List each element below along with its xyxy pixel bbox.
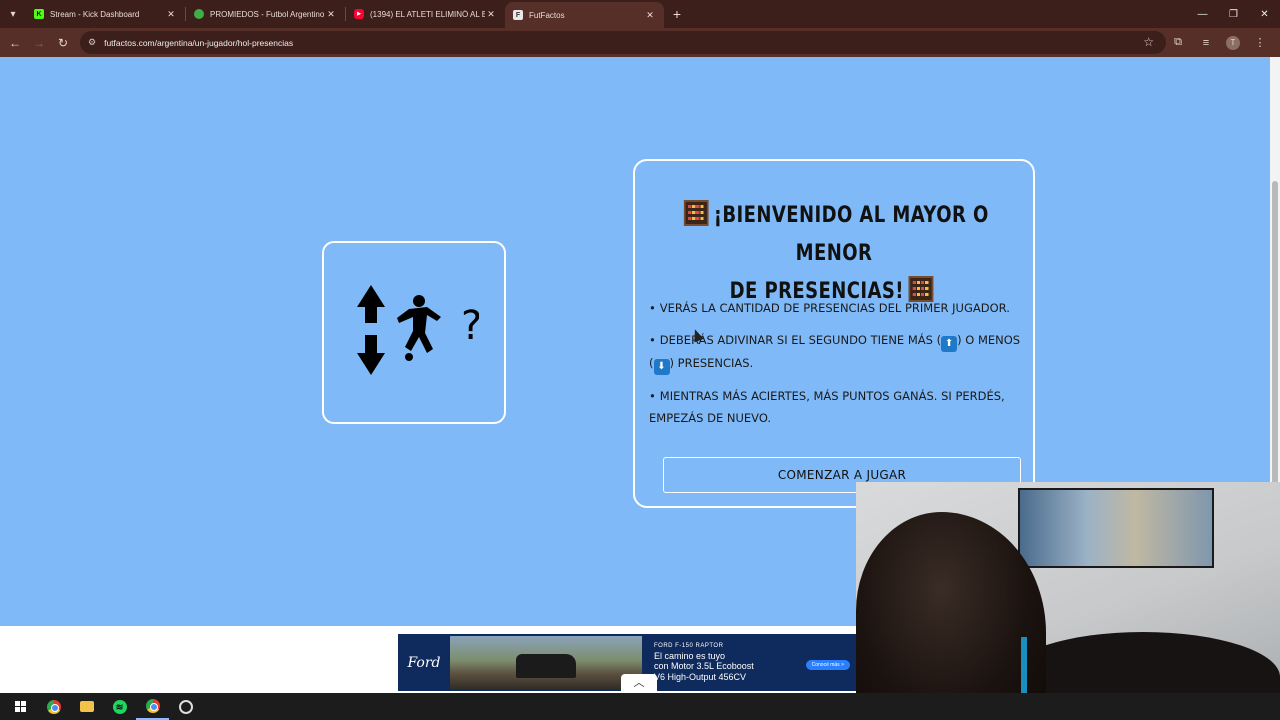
down-arrow-icon: [357, 334, 385, 375]
tab-label: PROMIEDOS - Futbol Argentino: [210, 9, 325, 19]
new-tab-button[interactable]: +: [664, 6, 690, 22]
browser-toolbar: ← → ↻ ⚙ futfactos.com/argentina/un-jugad…: [0, 28, 1280, 57]
rule-item: • MIENTRAS MÁS ACIERTES, MÁS PUNTOS GANÁS…: [649, 389, 1005, 425]
windows-taskbar: ≋: [0, 693, 1280, 720]
ad-cta-button[interactable]: Conocé más >: [805, 660, 850, 670]
question-mark: ?: [461, 303, 479, 349]
ad-line: V6 High-Output 456CV: [654, 671, 747, 682]
taskbar-spotify[interactable]: ≋: [103, 693, 136, 720]
media-controls-icon[interactable]: ≡: [1192, 37, 1220, 49]
close-icon[interactable]: ✕: [165, 9, 177, 20]
obs-icon: [178, 699, 193, 714]
taskbar-chrome[interactable]: [37, 693, 70, 720]
folder-icon: [79, 701, 94, 712]
higher-lower-player-logo: ?: [357, 284, 479, 375]
forward-icon[interactable]: →: [27, 36, 51, 50]
close-icon[interactable]: ✕: [644, 10, 656, 21]
webcam-overlay: [856, 482, 1280, 720]
tab-futfactos[interactable]: F FutFactos ✕: [505, 2, 664, 28]
address-bar[interactable]: ⚙ futfactos.com/argentina/un-jugador/hol…: [80, 31, 1166, 54]
window-controls: — ❐ ✕: [1187, 0, 1280, 28]
up-arrow-emoji-icon: ⬆: [941, 336, 958, 352]
close-icon[interactable]: ✕: [485, 9, 497, 20]
restore-icon[interactable]: ❐: [1218, 9, 1249, 20]
start-button[interactable]: [4, 693, 37, 720]
welcome-title: ¡BIENVENIDO AL MAYOR O MENOR DE PRESENCI…: [671, 197, 997, 311]
ad-collapse-button[interactable]: ︿: [621, 674, 657, 691]
reload-icon[interactable]: ↻: [51, 36, 75, 50]
windows-icon: [15, 701, 26, 712]
rules-list: • VERÁS LA CANTIDAD DE PRESENCIAS DEL PRI…: [649, 297, 1021, 439]
toolbar-actions: ⧉ ≡ T ⋮: [1164, 28, 1274, 57]
ad-kicker: FORD F-150 RAPTOR: [654, 642, 724, 649]
tab-label: Stream - Kick Dashboard: [50, 9, 140, 19]
rule-item: • VERÁS LA CANTIDAD DE PRESENCIAS DEL PRI…: [649, 301, 1010, 315]
tab-strip: ▾ K Stream - Kick Dashboard ✕ PROMIEDOS …: [0, 0, 1280, 28]
tab-promiedos[interactable]: PROMIEDOS - Futbol Argentino ✕: [186, 0, 345, 28]
globe-icon: [194, 9, 204, 19]
tab-label: (1394) EL ATLETI ELIMINÓ AL BA: [370, 9, 485, 19]
taskbar-obs[interactable]: [169, 693, 202, 720]
taskbar-explorer[interactable]: [70, 693, 103, 720]
taskbar-chrome-active[interactable]: [136, 693, 169, 720]
menu-kebab-icon[interactable]: ⋮: [1246, 36, 1274, 49]
rule-item: • DEBERÁS ADIVINAR SI EL SEGUNDO TIENE MÁ…: [649, 329, 1021, 375]
minimize-icon[interactable]: —: [1187, 9, 1218, 20]
close-icon[interactable]: ✕: [325, 9, 337, 20]
ad-line: con Motor 3.5L Ecoboost: [654, 661, 754, 672]
title-line-1: ¡BIENVENIDO AL MAYOR O MENOR: [713, 203, 989, 266]
url-text: futfactos.com/argentina/un-jugador/hol-p…: [104, 37, 294, 48]
profile-avatar[interactable]: T: [1226, 35, 1240, 50]
tab-label: FutFactos: [529, 10, 565, 20]
spotify-icon: ≋: [112, 699, 127, 714]
back-icon[interactable]: ←: [3, 36, 27, 50]
ad-copy: FORD F-150 RAPTOR El camino es tuyo con …: [654, 643, 754, 683]
up-arrow-icon: [357, 284, 385, 323]
tab-search-button[interactable]: ▾: [0, 0, 26, 28]
ad-truck-photo: [450, 635, 642, 690]
close-window-icon[interactable]: ✕: [1249, 9, 1280, 20]
chrome-icon: [145, 698, 160, 713]
ford-logo: Ford: [407, 654, 441, 671]
wall-poster: [1018, 488, 1214, 568]
bookmark-star-icon[interactable]: ☆: [1143, 35, 1154, 49]
chrome-icon: [46, 699, 61, 714]
game-logo-card: ?: [322, 241, 506, 424]
footballer-silhouette-icon: [397, 294, 441, 361]
site-info-icon[interactable]: ⚙: [88, 37, 96, 48]
down-arrow-emoji-icon: ⬇: [653, 359, 670, 375]
kick-icon: K: [34, 9, 44, 19]
youtube-icon: ▶: [354, 9, 364, 19]
abacus-icon: [684, 200, 709, 226]
tab-kick[interactable]: K Stream - Kick Dashboard ✕: [26, 0, 185, 28]
tab-youtube[interactable]: ▶ (1394) EL ATLETI ELIMINÓ AL BA ✕: [346, 0, 505, 28]
ad-line: El camino es tuyo: [654, 650, 726, 661]
extensions-icon[interactable]: ⧉: [1164, 36, 1192, 49]
futfactos-icon: F: [513, 10, 523, 20]
